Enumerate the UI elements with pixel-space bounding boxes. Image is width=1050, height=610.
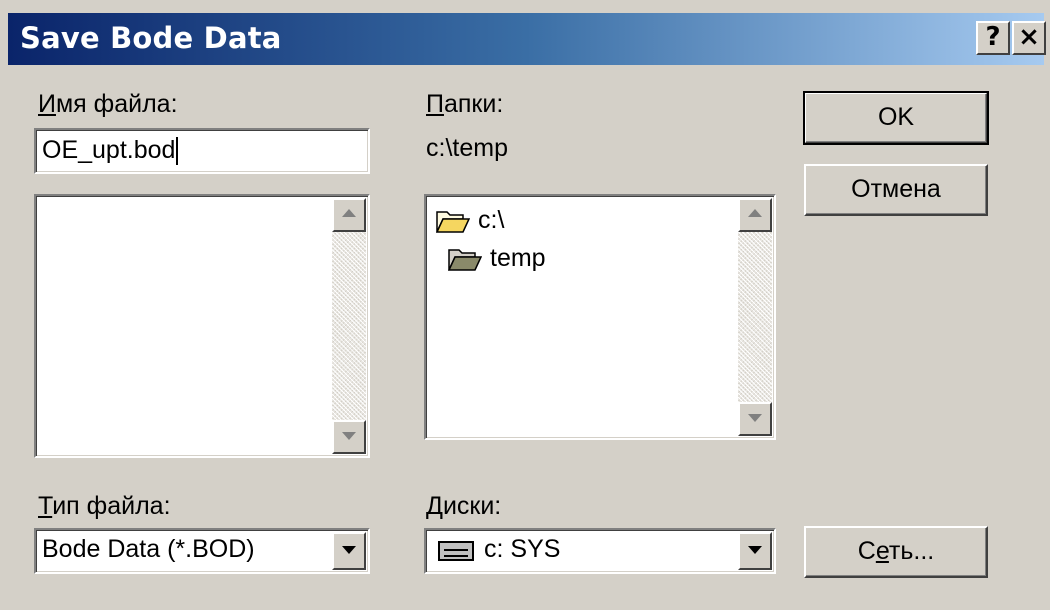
file-list[interactable] bbox=[34, 194, 370, 458]
filetype-label: Тип файла: bbox=[38, 492, 171, 520]
scroll-up-arrow-icon bbox=[748, 209, 762, 217]
open-folder-icon bbox=[448, 249, 482, 271]
drives-dropdown-button[interactable] bbox=[738, 532, 772, 570]
filename-value: OE_upt.bod bbox=[42, 136, 176, 164]
title-bar[interactable]: Save Bode Data ? × bbox=[8, 13, 1046, 65]
network-button[interactable]: Сеть... bbox=[804, 526, 988, 578]
close-button[interactable]: × bbox=[1012, 21, 1046, 55]
chevron-down-icon bbox=[342, 546, 356, 554]
folder-tree[interactable]: c:\ temp bbox=[424, 194, 776, 440]
current-path: c:\temp bbox=[426, 134, 508, 162]
cancel-button[interactable]: Отмена bbox=[804, 164, 988, 216]
folder-tree-scroll-down-button[interactable] bbox=[738, 402, 772, 436]
filetype-select[interactable]: Bode Data (*.BOD) bbox=[34, 528, 370, 574]
drives-select[interactable]: c: SYS bbox=[424, 528, 776, 574]
drives-value: c: SYS bbox=[484, 535, 561, 563]
folders-label: Папки: bbox=[426, 90, 504, 118]
folder-tree-scroll-up-button[interactable] bbox=[738, 198, 772, 232]
save-bode-data-dialog: Save Bode Data ? × Имя файла: OE_upt.bod… bbox=[0, 0, 1050, 610]
filetype-dropdown-button[interactable] bbox=[332, 532, 366, 570]
help-button[interactable]: ? bbox=[976, 21, 1010, 55]
ok-button[interactable]: OK bbox=[803, 91, 989, 145]
chevron-down-icon bbox=[748, 546, 762, 554]
scroll-down-arrow-icon bbox=[342, 432, 356, 440]
scroll-up-arrow-icon bbox=[342, 209, 356, 217]
drive-icon bbox=[438, 541, 474, 561]
filetype-value: Bode Data (*.BOD) bbox=[42, 535, 255, 563]
text-caret bbox=[176, 137, 179, 166]
drives-label: Диски: bbox=[426, 492, 502, 520]
filename-label: Имя файла: bbox=[38, 90, 178, 118]
file-list-scroll-up-button[interactable] bbox=[332, 198, 366, 232]
window-title: Save Bode Data bbox=[20, 21, 282, 55]
open-folder-icon bbox=[436, 211, 470, 233]
file-list-scroll-down-button[interactable] bbox=[332, 420, 366, 454]
folder-tree-scrollbar[interactable] bbox=[738, 198, 772, 436]
filename-input[interactable]: OE_upt.bod bbox=[34, 128, 370, 174]
file-list-scrollbar[interactable] bbox=[332, 198, 366, 454]
scroll-down-arrow-icon bbox=[748, 414, 762, 422]
